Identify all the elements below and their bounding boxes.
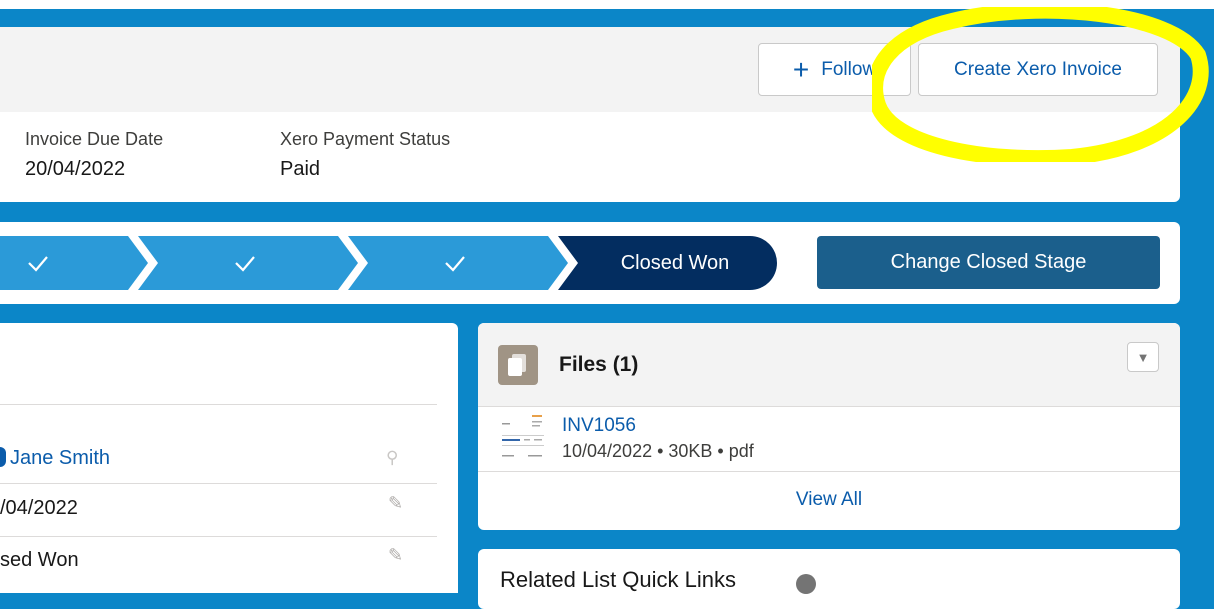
follow-button[interactable]: + Follow xyxy=(758,43,911,96)
view-all-link[interactable]: View All xyxy=(478,471,1180,529)
file-link[interactable]: INV1056 xyxy=(562,415,636,437)
path-bar: Closed Won Change Closed Stage xyxy=(0,222,1180,304)
follow-label: Follow xyxy=(821,58,877,80)
quick-links-title: Related List Quick Links xyxy=(500,567,736,592)
file-meta: 10/04/2022 • 30KB • pdf xyxy=(562,441,754,461)
change-closed-stage-button[interactable]: Change Closed Stage xyxy=(817,236,1160,289)
files-card: Files (1) ▼ INV1056 10/04/2022 • 30KB • … xyxy=(478,323,1180,530)
files-icon xyxy=(498,345,538,385)
chevron-down-icon[interactable]: ▼ xyxy=(1127,342,1159,372)
date-field-value: /04/2022 xyxy=(0,497,78,519)
record-header: + Follow Create Xero Invoice Invoice Due… xyxy=(0,27,1180,202)
pencil-icon[interactable]: ✎ xyxy=(388,545,403,566)
stage-field-value: sed Won xyxy=(0,549,79,571)
change-stage-label: Change Closed Stage xyxy=(890,251,1087,273)
owner-icon xyxy=(0,447,6,467)
pencil-icon[interactable]: ✎ xyxy=(388,493,403,514)
related-list-quick-links: Related List Quick Links xyxy=(478,549,1180,609)
details-panel: Jane Smith ⚲ /04/2022 ✎ sed Won ✎ xyxy=(0,323,458,593)
invoice-due-date-value: 20/04/2022 xyxy=(25,158,126,180)
top-strip xyxy=(0,0,1214,9)
current-stage-label: Closed Won xyxy=(620,251,730,274)
change-owner-icon[interactable]: ⚲ xyxy=(386,448,398,468)
divider xyxy=(0,536,437,537)
info-icon[interactable] xyxy=(796,574,816,594)
path-step-completed xyxy=(0,236,148,290)
divider xyxy=(0,483,437,484)
owner-link[interactable]: Jane Smith xyxy=(0,447,110,470)
view-all-label: View All xyxy=(795,489,863,510)
file-thumbnail xyxy=(498,411,548,463)
invoice-due-date-label: Invoice Due Date xyxy=(25,129,164,149)
create-xero-invoice-button[interactable]: Create Xero Invoice xyxy=(918,43,1158,96)
divider xyxy=(0,404,437,405)
files-title: Files (1) xyxy=(559,353,639,376)
plus-icon: + xyxy=(792,53,810,85)
create-invoice-label: Create Xero Invoice xyxy=(954,58,1122,80)
owner-name: Jane Smith xyxy=(10,447,111,469)
payment-status-value: Paid xyxy=(280,158,321,180)
payment-status-label: Xero Payment Status xyxy=(280,129,451,149)
